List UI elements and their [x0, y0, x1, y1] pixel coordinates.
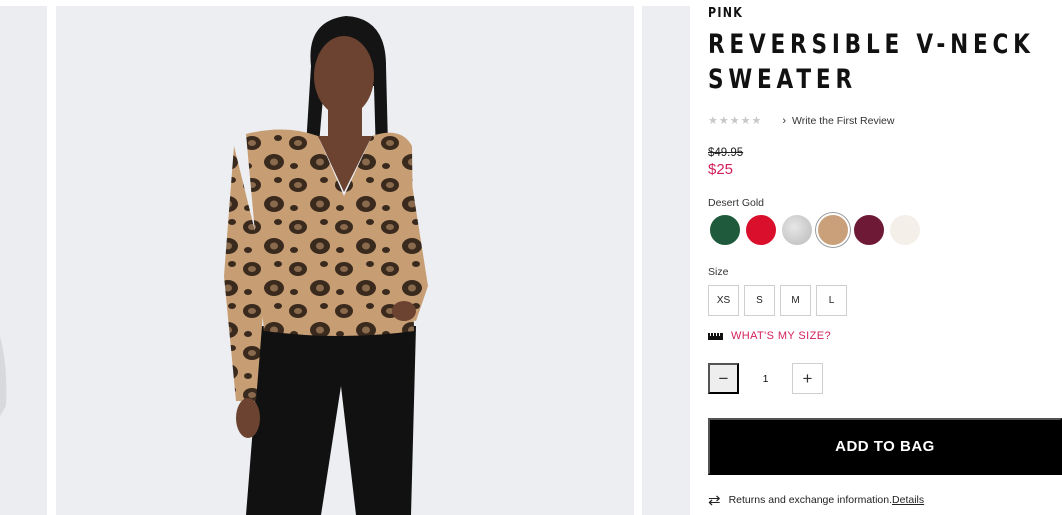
color-swatches — [708, 213, 924, 247]
size-options: XS S M L — [708, 285, 852, 316]
write-review-link[interactable]: › Write the First Review — [782, 115, 894, 127]
size-option-xs[interactable]: XS — [708, 285, 739, 316]
returns-text: Returns and exchange information. — [728, 494, 893, 506]
color-swatch-burgundy[interactable] — [852, 213, 886, 247]
size-option-m[interactable]: M — [780, 285, 811, 316]
gallery-thumbnail-previous[interactable] — [0, 6, 47, 515]
quantity-decrease-button[interactable]: − — [708, 363, 739, 394]
color-swatch-heather-grey[interactable] — [780, 213, 814, 247]
model-photo — [224, 16, 428, 515]
product-details-panel: PINK REVERSIBLE V-NECK SWEATER ★★★★★ › W… — [708, 0, 1062, 515]
gallery-thumbnail-next[interactable] — [642, 6, 690, 515]
returns-info: ⇄ Returns and exchange information. Deta… — [708, 491, 924, 509]
quantity-value[interactable]: 1 — [739, 373, 792, 385]
size-option-s[interactable]: S — [744, 285, 775, 316]
size-label: Size — [708, 266, 729, 278]
product-title: REVERSIBLE V-NECK SWEATER — [708, 27, 1035, 97]
quantity-stepper: − 1 + — [708, 363, 823, 394]
original-price: $49.95 — [708, 147, 744, 159]
color-swatch-cream[interactable] — [888, 213, 922, 247]
exchange-icon: ⇄ — [708, 492, 721, 509]
add-to-bag-button[interactable]: ADD TO BAG — [708, 418, 1062, 475]
brand-name: PINK — [708, 6, 744, 21]
chevron-right-icon: › — [782, 114, 786, 127]
product-main-image[interactable] — [56, 6, 634, 515]
quantity-increase-button[interactable]: + — [792, 363, 823, 394]
size-option-l[interactable]: L — [816, 285, 847, 316]
write-review-label: Write the First Review — [791, 114, 895, 127]
size-guide-label: WHAT'S MY SIZE? — [731, 330, 831, 342]
product-title-line1: REVERSIBLE V-NECK — [708, 29, 1035, 60]
thumbnail-image — [0, 336, 7, 416]
product-title-line2: SWEATER — [708, 64, 857, 95]
size-guide-link[interactable]: WHAT'S MY SIZE? — [708, 330, 831, 342]
color-swatch-red[interactable] — [744, 213, 778, 247]
ruler-icon — [708, 332, 723, 340]
color-swatch-green[interactable] — [708, 213, 742, 247]
sale-price: $25 — [708, 161, 734, 178]
color-swatch-desert-gold[interactable] — [816, 213, 850, 247]
rating-stars: ★★★★★ — [708, 115, 763, 127]
returns-details-link[interactable]: Details — [892, 494, 924, 506]
selected-color-label: Desert Gold — [708, 197, 765, 209]
rating-row: ★★★★★ › Write the First Review — [708, 114, 894, 128]
